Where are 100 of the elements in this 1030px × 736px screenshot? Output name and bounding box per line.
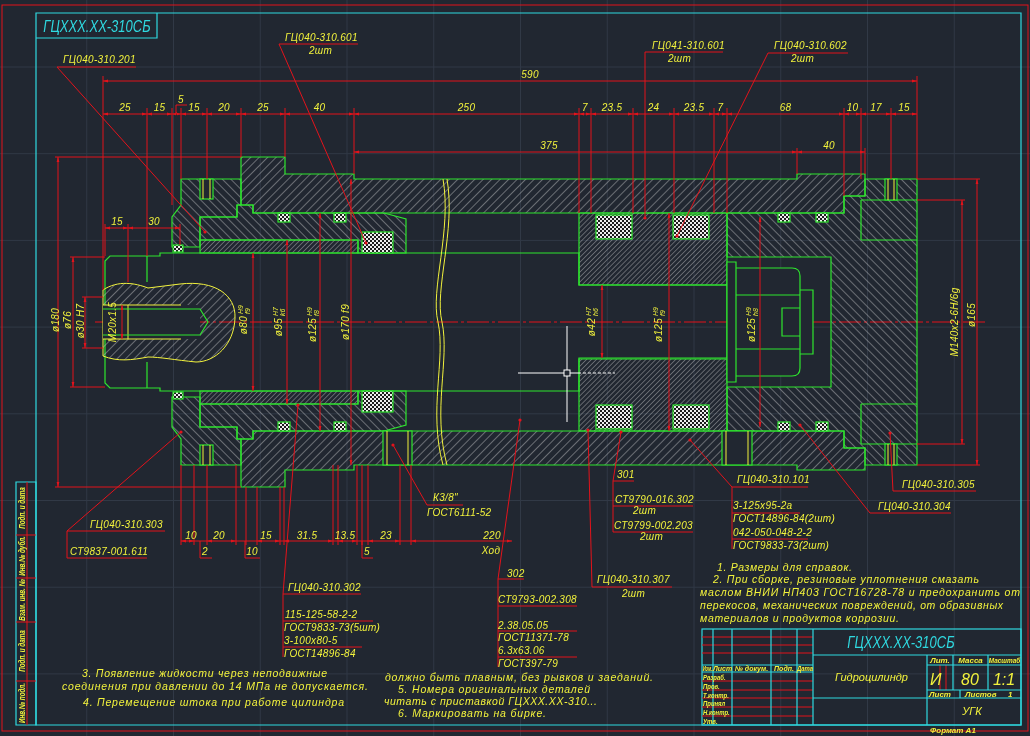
seal-ring bbox=[361, 390, 394, 413]
dimension-value: 5 bbox=[364, 546, 370, 557]
dimension-value: 68 bbox=[779, 102, 792, 113]
dimension-value: M140x2-6H/6g bbox=[948, 287, 960, 357]
callout-text: 2шт bbox=[633, 505, 657, 516]
seal-ring bbox=[595, 404, 633, 430]
format-label: Формат А1 bbox=[930, 726, 976, 735]
dimension-value: ø125 bbox=[745, 318, 757, 342]
note-text: 5. Номера оригинальных деталей bbox=[398, 683, 590, 695]
seal-ring bbox=[777, 212, 791, 223]
dimension-value: 15 bbox=[153, 102, 166, 113]
callout-text: ГЦ040-310.602 bbox=[774, 40, 847, 51]
dimension-value: 24 bbox=[647, 102, 660, 113]
side-stamp-label: Подп. и дата bbox=[16, 630, 27, 672]
callout-text: ГЦ040-310.303 bbox=[90, 519, 163, 530]
scale-value: 1:1 bbox=[992, 671, 1016, 688]
screw bbox=[199, 444, 214, 466]
seal-ring bbox=[595, 214, 633, 240]
seal-ring bbox=[333, 421, 347, 432]
callout-text: 2шт bbox=[622, 588, 646, 599]
callout-text: ГОСТ14896-84(2шт) bbox=[733, 513, 836, 524]
callout-text: 2.38.05.05 bbox=[498, 620, 549, 631]
callout-text: К3/8" bbox=[433, 492, 458, 503]
dimension-value: 20 bbox=[218, 102, 230, 113]
drawing-code: ГЦХХХ.ХХ-310СБ bbox=[43, 17, 151, 36]
callout-text: СТ9837-001.611 bbox=[70, 546, 149, 557]
dimension-value: ø95 bbox=[272, 318, 284, 337]
dimension-value: 5 bbox=[178, 94, 184, 105]
seal-ring bbox=[333, 212, 347, 223]
dimension-value: 15 bbox=[260, 530, 272, 541]
seal-ring bbox=[361, 231, 394, 254]
dimension-value: 10 bbox=[246, 546, 258, 557]
dimension-value: 10 bbox=[185, 530, 197, 541]
note-text: 6. Маркировать на бирке. bbox=[398, 707, 546, 719]
note-text: 1. Размеры для справок. bbox=[717, 561, 852, 573]
callout-text: ГЦ040-310.302 bbox=[288, 582, 361, 593]
dimension-value: 13.5 bbox=[334, 530, 356, 541]
seal-ring bbox=[172, 391, 184, 400]
callout-text: СТ9799-002.203 bbox=[614, 520, 693, 531]
callout-text: ГОСТ397-79 bbox=[498, 658, 559, 669]
callout-text: ГЦ040-310.601 bbox=[285, 32, 358, 43]
dimension-value: 31.5 bbox=[296, 530, 318, 541]
seal-ring bbox=[672, 214, 710, 240]
column-header: Масса bbox=[958, 656, 983, 665]
seal-ring bbox=[815, 212, 829, 223]
note-text: соединения при давлении до 14 МПа не допускается. bbox=[62, 680, 368, 692]
note-text: перекосов, механических повреждений, от образивных bbox=[700, 599, 1003, 611]
seal-ring bbox=[277, 421, 291, 432]
sheets-label: Листов bbox=[965, 690, 997, 699]
dimension-value: ø30 H7 bbox=[74, 303, 86, 339]
dimension-value: 15 bbox=[111, 216, 123, 227]
dimension-value: 17 bbox=[870, 102, 882, 113]
callout-text: 2шт bbox=[309, 45, 333, 56]
note-text: маслом ВНИИ НП403 ГОСТ16728-78 и предохранить от bbox=[700, 586, 1020, 598]
callout-text: СТ9793-002.308 bbox=[498, 594, 577, 605]
side-stamp-label: Взам. инв. № bbox=[16, 579, 27, 621]
callout-text: ГЦ040-310.201 bbox=[63, 54, 136, 65]
seal-ring bbox=[815, 421, 829, 432]
note-text: читать с приставкой ГЦХХХ.ХХ-310... bbox=[384, 695, 597, 707]
dimension-value: 220 bbox=[483, 530, 501, 541]
sheets-count: 1 bbox=[1008, 690, 1013, 699]
seal-ring bbox=[672, 404, 710, 430]
dimension-value: ø165 bbox=[965, 303, 977, 327]
callout-text: ГОСТ11371-78 bbox=[498, 632, 569, 643]
seal-ring bbox=[172, 244, 184, 253]
dimension-value: 40 bbox=[823, 140, 835, 151]
dimension-value: 590 bbox=[521, 69, 539, 80]
callout-text: СТ9790-016.302 bbox=[615, 494, 694, 505]
callout-text: 302 bbox=[507, 568, 525, 579]
callout-text: 042-050-048-2-2 bbox=[733, 527, 812, 538]
callout-text: 115-125-58-2-2 bbox=[285, 609, 358, 620]
dimension-value: 375 bbox=[540, 140, 558, 151]
callout-text: ГОСТ9833-73(2шт) bbox=[733, 540, 830, 551]
callout-text: 2шт bbox=[668, 53, 692, 64]
column-header: Лит. bbox=[930, 656, 950, 665]
callout-text: 2шт bbox=[640, 531, 664, 542]
seal-ring bbox=[277, 212, 291, 223]
callout-text: ГЦ040-310.101 bbox=[737, 474, 810, 485]
dimension-value: 20 bbox=[213, 530, 225, 541]
dimension-value: 25 bbox=[119, 102, 131, 113]
callout-text: ГЦ040-310.304 bbox=[878, 501, 951, 512]
callout-text: 6.3х63.06 bbox=[498, 645, 545, 656]
dimension-value: 30 bbox=[148, 216, 160, 227]
mass-value: 80 bbox=[961, 671, 979, 688]
dimension-value: 10 bbox=[846, 102, 859, 113]
callout-text: 3-100х80-5 bbox=[284, 635, 338, 646]
note-text: 2. При сборке, резиновые уплотнения смазать bbox=[713, 573, 979, 585]
callout-text: 3-125х95-2а bbox=[733, 500, 793, 511]
dimension-value: M20x1.5 bbox=[106, 301, 118, 343]
dimension-value: ø42 bbox=[585, 318, 597, 337]
drawing-name: Гидроцилиндр bbox=[835, 671, 908, 683]
note-text: 4. Перемещение штока при работе цилиндра bbox=[83, 696, 344, 708]
note-text: должно быть плавным, без рывков и заеданий. bbox=[385, 671, 653, 683]
note-text: материалов и продуктов коррозии. bbox=[700, 612, 899, 624]
dimension-value: 23 bbox=[380, 530, 392, 541]
screw bbox=[199, 178, 214, 200]
callout-text: 2шт bbox=[791, 53, 815, 64]
callout-text: 301 bbox=[617, 469, 635, 480]
dimension-value: ø125 bbox=[306, 318, 318, 342]
screw bbox=[884, 178, 898, 201]
